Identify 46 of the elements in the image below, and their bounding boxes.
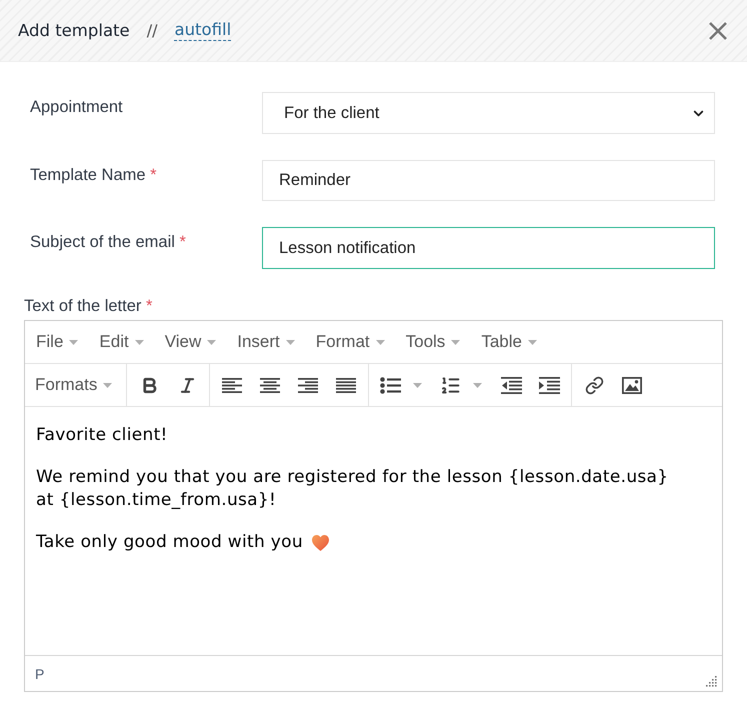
field-label: Template Name * [30,165,157,185]
caret-icon [412,382,422,388]
menu-button[interactable]: File [26,325,90,359]
select-field[interactable]: For the client [262,92,715,134]
caret-icon [472,382,482,388]
resize-handle-icon[interactable] [706,676,717,687]
outdent-icon [500,376,522,394]
menu-button[interactable]: Insert [227,325,306,359]
input-field[interactable]: Reminder [262,160,715,201]
paragraph-text: Favorite client! [36,424,168,447]
menu-button[interactable]: Edit [89,325,155,359]
indent-icon [538,376,560,394]
separator-text: // [146,21,158,40]
caret-icon [528,340,537,344]
caret-icon [207,340,216,344]
dialog-title: Add template [18,21,130,40]
caret-icon [103,382,112,388]
paragraph-text: We remind you that you are registered for the lesson {lesson.date.usa} at {lesson.time_from.usa}! [36,466,668,512]
input-field[interactable]: Lesson notification [262,227,715,269]
field-label: Subject of the email * [30,232,186,252]
align-center-icon [260,378,280,392]
field-label: Text of the letter * [24,297,152,316]
paragraph-text: Take only good mood with you [36,531,303,554]
menu-button[interactable]: View [154,325,228,359]
justify-icon [336,378,356,392]
caret-icon [451,340,460,344]
menu-button[interactable]: Tools [396,325,472,359]
image-icon [622,376,642,394]
formats-dropdown[interactable]: Formats [25,368,126,402]
close-button[interactable] [708,20,728,40]
field-label: Appointment [30,97,123,117]
caret-icon [376,340,385,344]
menu-button[interactable]: Table [471,325,548,359]
header-link[interactable]: autofill [174,20,232,41]
numbered-list-icon [440,374,461,396]
caret-icon [134,340,144,344]
caret-icon [69,340,78,344]
caret-icon [286,340,295,344]
align-left-icon [222,378,242,392]
editor-text-area[interactable]: Favorite client! We remind you that you are registered for the lesson {lesson.date.usa} at {lesson.time_from.usa}! Take only good mood with you [25,407,722,655]
menu-button[interactable]: Format [306,325,396,359]
align-right-icon [298,378,318,392]
element-path[interactable]: P [35,666,44,682]
close-icon [709,22,727,40]
link-icon [584,376,604,394]
bullet-list-icon [380,376,401,394]
